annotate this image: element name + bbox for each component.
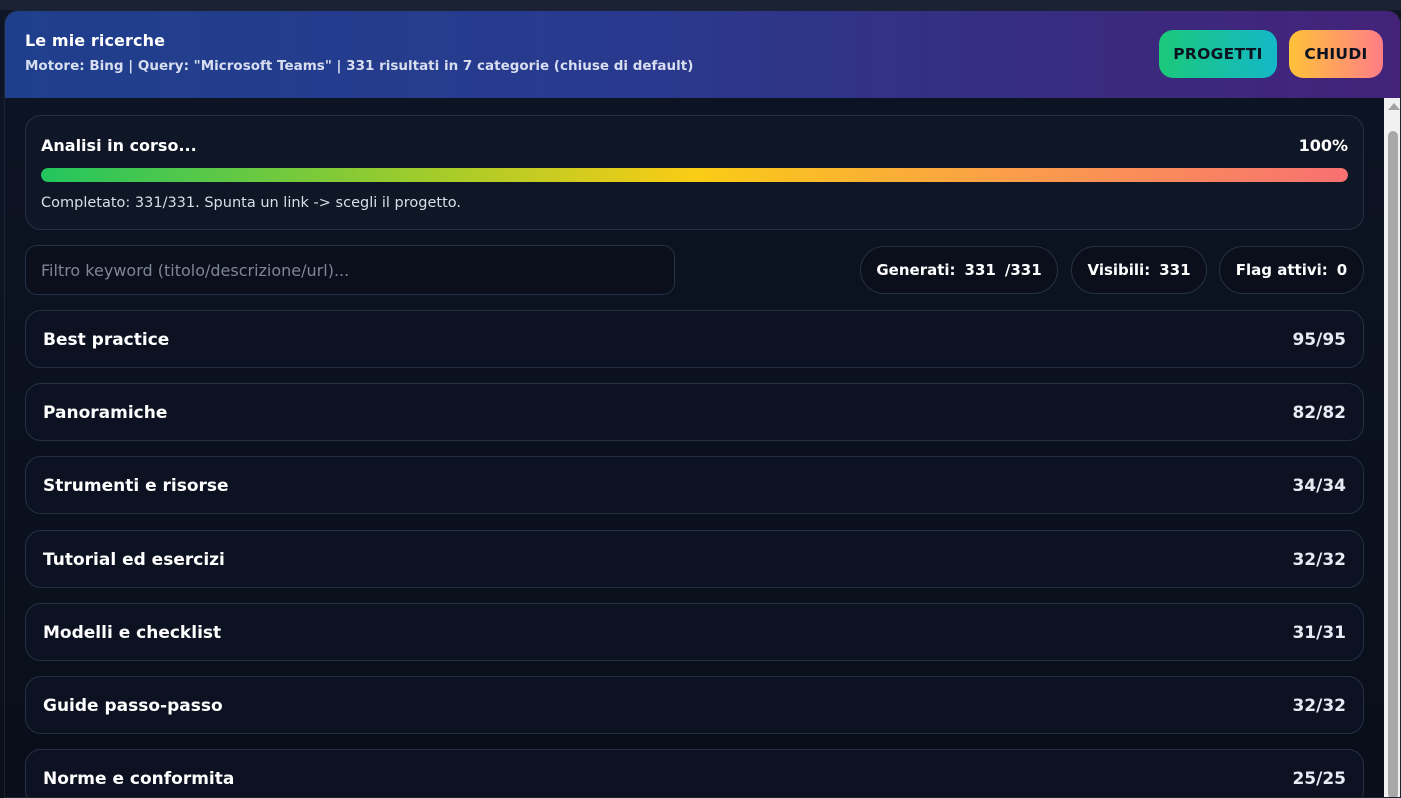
- category-panoramiche[interactable]: Panoramiche 82/82: [25, 383, 1364, 441]
- generati-total: /331: [1004, 261, 1042, 279]
- generati-label: Generati:: [876, 261, 956, 279]
- category-name: Tutorial ed esercizi: [43, 550, 225, 570]
- category-tutorial-ed-esercizi[interactable]: Tutorial ed esercizi 32/32: [25, 530, 1364, 588]
- category-count: 82/82: [1292, 403, 1346, 423]
- progress-bar: [41, 168, 1348, 182]
- research-modal: Le mie ricerche Motore: Bing | Query: "M…: [4, 10, 1401, 798]
- progress-bar-fill: [41, 168, 1348, 182]
- category-strumenti-e-risorse[interactable]: Strumenti e risorse 34/34: [25, 456, 1364, 514]
- category-norme-e-conformita[interactable]: Norme e conformita 25/25: [25, 749, 1364, 797]
- vertical-scrollbar[interactable]: [1384, 98, 1400, 797]
- flag-value: 0: [1336, 261, 1348, 279]
- category-count: 25/25: [1292, 769, 1346, 789]
- category-name: Modelli e checklist: [43, 623, 222, 643]
- scroll-up-arrow-icon[interactable]: [1388, 103, 1400, 110]
- category-name: Strumenti e risorse: [43, 476, 229, 496]
- modal-content: Analisi in corso... 100% Completato: 331…: [5, 98, 1384, 797]
- progetti-button[interactable]: PROGETTI: [1159, 30, 1277, 78]
- visibili-badge: Visibili: 331: [1071, 246, 1207, 294]
- progress-percent: 100%: [1298, 136, 1348, 155]
- category-name: Panoramiche: [43, 403, 168, 423]
- category-guide-passo-passo[interactable]: Guide passo-passo 32/32: [25, 676, 1364, 734]
- visibili-value: 331: [1159, 261, 1191, 279]
- visibili-label: Visibili:: [1087, 261, 1151, 279]
- flag-label: Flag attivi:: [1235, 261, 1328, 279]
- category-name: Guide passo-passo: [43, 696, 223, 716]
- category-count: 32/32: [1292, 696, 1346, 716]
- progress-title: Analisi in corso...: [41, 136, 197, 155]
- category-modelli-e-checklist[interactable]: Modelli e checklist 31/31: [25, 603, 1364, 661]
- keyword-filter-input[interactable]: [25, 245, 675, 295]
- category-count: 32/32: [1292, 550, 1346, 570]
- category-name: Norme e conformita: [43, 769, 235, 789]
- category-name: Best practice: [43, 330, 170, 350]
- scrollbar-thumb[interactable]: [1388, 131, 1398, 797]
- flag-attivi-badge: Flag attivi: 0: [1219, 246, 1364, 294]
- category-count: 34/34: [1292, 476, 1346, 496]
- category-count: 95/95: [1292, 330, 1346, 350]
- chiudi-button[interactable]: CHIUDI: [1289, 30, 1383, 78]
- generati-value: 331: [964, 261, 996, 279]
- category-best-practice[interactable]: Best practice 95/95: [25, 310, 1364, 368]
- progress-card: Analisi in corso... 100% Completato: 331…: [25, 115, 1364, 230]
- progress-note: Completato: 331/331. Spunta un link -> s…: [41, 195, 461, 211]
- modal-header: Le mie ricerche Motore: Bing | Query: "M…: [5, 11, 1400, 98]
- background-strip: [0, 0, 1401, 10]
- generati-badge: Generati: 331 /331: [860, 246, 1058, 294]
- category-count: 31/31: [1292, 623, 1346, 643]
